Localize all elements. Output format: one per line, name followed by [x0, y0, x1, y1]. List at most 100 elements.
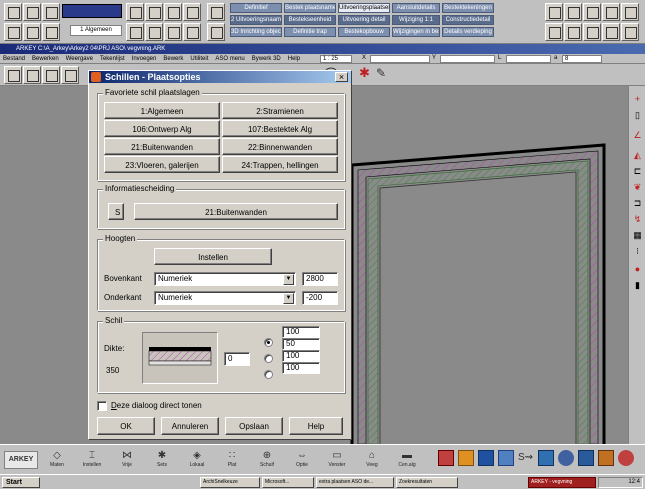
menu-item[interactable]: Utiliteit: [190, 56, 208, 62]
wall-icon[interactable]: [498, 450, 514, 466]
trim-icon[interactable]: [602, 23, 620, 41]
show-dialog-label[interactable]: Deze dialoog direct tonen: [111, 401, 202, 411]
hatch-icon[interactable]: ▦: [631, 230, 644, 241]
line-icon[interactable]: [126, 3, 144, 21]
layer-radio-2[interactable]: [264, 354, 273, 363]
bottom-tool-3[interactable]: ✱ Sets: [151, 449, 173, 471]
bottom-tool-2[interactable]: ⋈ Vrije: [116, 449, 138, 471]
menu-item[interactable]: Help: [288, 56, 300, 62]
favorite-button-algemeen[interactable]: 1:Algemeen: [104, 102, 220, 119]
bookmark-icon[interactable]: [438, 450, 454, 466]
task-item[interactable]: extra plaatsen ASO de...: [316, 477, 394, 488]
top-mode-select[interactable]: Numeriek ▼: [154, 272, 296, 286]
bottom-value-field[interactable]: -200: [302, 291, 338, 305]
print-icon[interactable]: [4, 23, 22, 41]
pan-icon[interactable]: [207, 23, 225, 41]
dots-icon[interactable]: ⁝: [631, 246, 644, 257]
layer-radio-1[interactable]: [264, 338, 273, 347]
layer-tab[interactable]: Bestek plaatsnamen: [284, 3, 336, 13]
info-layer-button[interactable]: 21:Buitenwanden: [134, 203, 338, 220]
layer-tab[interactable]: Details verdieping: [442, 27, 494, 37]
frame-icon[interactable]: ▯: [631, 110, 644, 121]
favorite-button-bestektek-alg[interactable]: 107:Bestektek Alg: [222, 120, 338, 137]
layer-tab[interactable]: Wijziging 1:1: [392, 15, 440, 25]
bottom-tool-4[interactable]: ◈ Lokaal: [186, 449, 208, 471]
save-icon[interactable]: [42, 3, 60, 21]
layer-tab[interactable]: 2 Uitvoeringsnaam: [230, 15, 282, 25]
task-item-active[interactable]: ARKEY - vegvning: [528, 477, 596, 488]
roof-icon[interactable]: [538, 450, 554, 466]
cross-icon[interactable]: [564, 3, 582, 21]
layer-tab[interactable]: Uitvoering detail: [338, 15, 390, 25]
leaf-icon[interactable]: ❦: [631, 182, 644, 193]
window-icon[interactable]: [478, 450, 494, 466]
redo-icon[interactable]: [42, 23, 60, 41]
snap-icon[interactable]: [164, 23, 182, 41]
x-field[interactable]: [370, 55, 430, 63]
stretch-icon[interactable]: [583, 23, 601, 41]
menu-item[interactable]: Bewerk: [163, 56, 183, 62]
color-swatch-bar[interactable]: [62, 4, 122, 18]
star-icon[interactable]: ✱: [359, 66, 373, 80]
bottom-tool-0[interactable]: ◇ Maten: [46, 449, 68, 471]
hook-icon[interactable]: ↯: [631, 214, 644, 225]
layer-thickness-field[interactable]: 100: [282, 362, 320, 374]
bottom-tool-10[interactable]: ▬ Cen.alg: [396, 449, 418, 471]
layer-tab[interactable]: Aansluitdetails: [392, 3, 440, 13]
bar-icon[interactable]: ▮: [631, 280, 644, 291]
menu-item[interactable]: Bywerk 3D: [252, 56, 281, 62]
zoom-icon[interactable]: [207, 3, 225, 21]
layer-tab[interactable]: Uitvoeringsplaatsen: [338, 3, 390, 13]
undo-icon[interactable]: [23, 23, 41, 41]
layer-tab[interactable]: Definitie trap: [284, 27, 336, 37]
bottom-tool-1[interactable]: ⌶ Instellen: [81, 449, 103, 471]
bottom-tool-8[interactable]: ▭ Venster: [326, 449, 348, 471]
show-dialog-checkbox[interactable]: [97, 401, 107, 411]
cut-icon[interactable]: [61, 66, 79, 84]
render-icon[interactable]: [578, 450, 594, 466]
menu-item[interactable]: Bestand: [3, 56, 25, 62]
symbol-icon[interactable]: S⇝: [518, 450, 534, 466]
menu-item[interactable]: Tekenlijst: [100, 56, 125, 62]
extend-icon[interactable]: [621, 23, 639, 41]
step-icon[interactable]: ⊏: [631, 166, 644, 177]
layer-tab[interactable]: Wijzigingen in bestek: [392, 27, 440, 37]
menu-item[interactable]: Invoegen: [132, 56, 157, 62]
s-button[interactable]: S: [108, 203, 124, 220]
save-button[interactable]: Opslaan: [225, 417, 283, 435]
y-field[interactable]: [440, 55, 495, 63]
measure-icon[interactable]: [126, 23, 144, 41]
text-icon[interactable]: [183, 3, 201, 21]
menu-item[interactable]: ASO menu: [215, 56, 244, 62]
favorite-button-binnenwanden[interactable]: 22:Binnenwanden: [222, 138, 338, 155]
mirror-icon[interactable]: [602, 3, 620, 21]
layer-tab[interactable]: Bestekopbouw: [338, 27, 390, 37]
angle-icon[interactable]: ∠: [631, 130, 644, 141]
folder-icon[interactable]: [4, 66, 22, 84]
bottom-mode-select[interactable]: Numeriek ▼: [154, 291, 296, 305]
layer-thickness-field[interactable]: 100: [282, 326, 320, 338]
dialog-close-button[interactable]: ×: [335, 72, 348, 82]
move-icon[interactable]: [564, 23, 582, 41]
l-field[interactable]: [506, 55, 551, 63]
circle-icon[interactable]: [164, 3, 182, 21]
cancel-button[interactable]: Annuleren: [161, 417, 219, 435]
grid-icon[interactable]: [145, 23, 163, 41]
layer-thickness-field[interactable]: 50: [282, 338, 320, 350]
copy-icon[interactable]: [545, 23, 563, 41]
dialog-title-bar[interactable]: Schillen - Plaatsopties: [89, 71, 351, 83]
layer-icon[interactable]: [183, 23, 201, 41]
favorite-button-buitenwanden[interactable]: 21:Buitenwanden: [104, 138, 220, 155]
layer-radio-3[interactable]: [264, 370, 273, 379]
bullet-icon[interactable]: ●: [631, 264, 644, 275]
favorite-button-ontwerp-alg[interactable]: 106:Ontwerp Alg: [104, 120, 220, 137]
menu-item[interactable]: Bewerken: [32, 56, 59, 62]
task-item[interactable]: Zoekresultaten: [396, 477, 458, 488]
top-value-field[interactable]: 2800: [302, 272, 338, 286]
bottom-tool-7[interactable]: ⇔ Optie: [291, 449, 313, 471]
layer-tab[interactable]: Definitief: [230, 3, 282, 13]
chevron-down-icon[interactable]: ▼: [283, 274, 294, 285]
layer-tab[interactable]: Constructiedetail: [442, 15, 494, 25]
plus-icon[interactable]: +: [631, 94, 644, 105]
stairs-icon[interactable]: [458, 450, 474, 466]
